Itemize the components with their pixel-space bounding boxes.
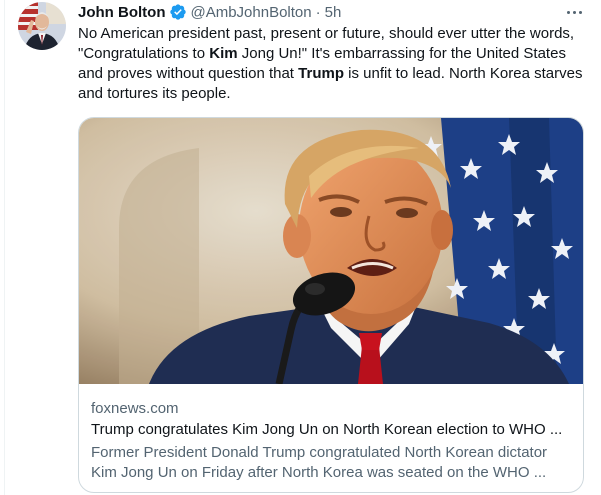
timeline-divider — [4, 0, 5, 495]
link-preview-card[interactable]: foxnews.com Trump congratulates Kim Jong… — [78, 117, 584, 493]
tweet-header: John Bolton @AmbJohnBolton · 5h — [78, 2, 341, 22]
verified-badge-icon[interactable] — [169, 3, 187, 21]
news-photo — [79, 118, 583, 384]
author-avatar[interactable] — [18, 2, 66, 50]
card-description: Former President Donald Trump congratula… — [91, 444, 548, 481]
author-handle[interactable]: @AmbJohnBolton — [190, 4, 311, 21]
card-image[interactable] — [79, 118, 583, 384]
card-domain: foxnews.com — [91, 400, 179, 417]
more-options-icon[interactable] — [560, 2, 588, 22]
header-separator: · — [315, 3, 321, 21]
avatar-photo — [18, 2, 66, 50]
tweet-text: No American president past, present or f… — [78, 24, 588, 104]
card-title: Trump congratulates Kim Jong Un on North… — [91, 421, 563, 438]
tweet-timestamp[interactable]: 5h — [325, 4, 342, 21]
author-name[interactable]: John Bolton — [78, 4, 165, 21]
tweet-text-highlight: Kim — [209, 45, 238, 62]
tweet-text-highlight: Trump — [298, 65, 344, 82]
